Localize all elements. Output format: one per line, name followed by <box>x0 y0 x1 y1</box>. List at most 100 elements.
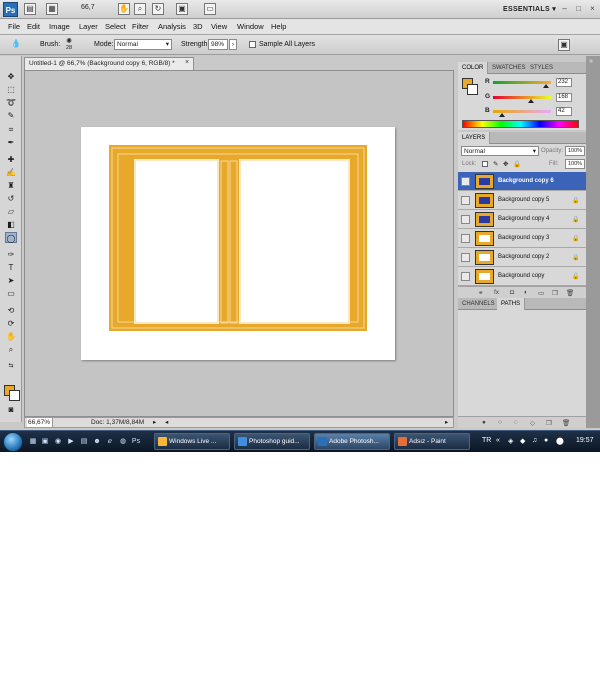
tray-app-icon-2[interactable]: ⬤ <box>556 437 564 445</box>
photoshop-quicklaunch-icon[interactable]: Ps <box>131 437 141 447</box>
quick-launch-icon[interactable]: ◉ <box>53 437 63 447</box>
security-icon[interactable]: ◆ <box>520 437 525 445</box>
taskbar-button-adobe-photoshop[interactable]: Adobe Photosh... <box>314 433 390 450</box>
red-slider-thumb[interactable] <box>542 84 549 88</box>
layer-visibility-eye-icon[interactable] <box>461 272 470 281</box>
tab-layers[interactable]: LAYERS <box>458 132 491 144</box>
switch-windows-icon[interactable]: ▣ <box>40 437 50 447</box>
new-layer-icon[interactable]: ❐ <box>552 289 558 297</box>
dodge-tool-icon[interactable]: ◯ <box>5 232 17 243</box>
layer-visibility-eye-icon[interactable] <box>461 196 470 205</box>
background-color-swatch[interactable] <box>9 390 20 401</box>
menu-analysis[interactable]: Analysis <box>158 22 186 31</box>
red-value-input[interactable]: 232 <box>556 78 572 87</box>
tab-swatches[interactable]: SWATCHES <box>488 62 529 74</box>
menu-help[interactable]: Help <box>271 22 286 31</box>
lock-all-icon[interactable]: 🔒 <box>513 160 521 168</box>
menu-edit[interactable]: Edit <box>27 22 40 31</box>
layer-row-background-copy-2[interactable]: Background copy 2 🔒 <box>458 248 586 267</box>
messenger-icon[interactable]: ☻ <box>92 437 102 447</box>
zoom-tool-icon[interactable]: ⌕ <box>5 344 17 355</box>
close-document-icon[interactable]: × <box>185 59 189 66</box>
menu-select[interactable]: Select <box>105 22 126 31</box>
sample-all-layers-checkbox[interactable] <box>249 41 256 48</box>
3d-rotate-tool-icon[interactable]: ⟲ <box>5 305 17 316</box>
bridge-icon[interactable]: ▤ <box>24 3 36 15</box>
collapse-panels-icon[interactable]: » <box>589 58 593 65</box>
screen-mode-icon[interactable]: ▭ <box>204 3 216 15</box>
fill-input[interactable]: 100% <box>565 159 585 169</box>
type-tool-icon[interactable]: T <box>5 262 17 273</box>
layer-visibility-eye-icon[interactable] <box>461 234 470 243</box>
start-button[interactable] <box>3 432 23 452</box>
marquee-tool-icon[interactable]: ⬚ <box>5 84 17 95</box>
explorer-icon[interactable]: ▤ <box>79 437 89 447</box>
add-mask-icon[interactable]: ◘ <box>510 289 514 296</box>
eyedropper-tool-icon[interactable]: ✒ <box>5 137 17 148</box>
history-brush-tool-icon[interactable]: ↺ <box>5 193 17 204</box>
tray-app-icon[interactable]: ● <box>544 437 548 444</box>
hand-tool-icon[interactable]: ✋ <box>118 3 130 15</box>
delete-layer-icon[interactable]: 🗑 <box>566 289 574 297</box>
opacity-input[interactable]: 100% <box>565 146 585 156</box>
layer-row-background-copy-3[interactable]: Background copy 3 🔒 <box>458 229 586 248</box>
blend-mode-select[interactable]: Normal ▾ <box>461 146 539 156</box>
quick-selection-tool-icon[interactable]: ✎ <box>5 110 17 121</box>
adjustment-layer-icon[interactable]: ◐ <box>524 289 528 296</box>
menu-file[interactable]: File <box>8 22 20 31</box>
tray-expand-icon[interactable]: « <box>496 437 500 444</box>
language-indicator[interactable]: TR <box>482 437 491 444</box>
path-to-selection-icon[interactable]: ◌ <box>514 419 518 426</box>
network-icon[interactable]: ◈ <box>508 437 513 445</box>
3d-orbit-tool-icon[interactable]: ⟳ <box>5 318 17 329</box>
green-slider[interactable] <box>493 96 551 99</box>
document-canvas[interactable] <box>81 127 395 360</box>
volume-icon[interactable]: ♫ <box>532 437 537 444</box>
clock[interactable]: 19:57 <box>576 437 594 444</box>
rotate-view-icon[interactable]: ↻ <box>152 3 164 15</box>
stroke-path-icon[interactable]: ○ <box>498 419 502 426</box>
healing-brush-tool-icon[interactable]: ✚ <box>5 154 17 165</box>
arrange-documents-icon[interactable]: ▣ <box>176 3 188 15</box>
color-spectrum-ramp[interactable] <box>462 120 579 128</box>
view-extras-icon[interactable]: ▦ <box>46 3 58 15</box>
clone-stamp-tool-icon[interactable]: ♜ <box>5 180 17 191</box>
shape-tool-icon[interactable]: ▭ <box>5 288 17 299</box>
scroll-left-icon[interactable]: ◂ <box>165 418 168 427</box>
pressure-icon[interactable]: ▣ <box>558 39 570 51</box>
internet-explorer-icon[interactable]: ℯ <box>105 437 115 447</box>
zoom-status-field[interactable]: 66,67% <box>27 418 53 427</box>
layer-visibility-eye-icon[interactable] <box>461 177 470 186</box>
move-tool-icon[interactable]: ✥ <box>5 71 17 82</box>
layer-row-background-copy-5[interactable]: Background copy 5 🔒 <box>458 191 586 210</box>
tab-channels[interactable]: CHANNELS <box>458 298 499 310</box>
pen-tool-icon[interactable]: ✑ <box>5 249 17 260</box>
eraser-tool-icon[interactable]: ▱ <box>5 206 17 217</box>
taskbar-button-windows-live[interactable]: Windows Live ... <box>154 433 230 450</box>
green-value-input[interactable]: 168 <box>556 93 572 102</box>
status-menu-arrow-icon[interactable]: ▸ <box>153 418 156 427</box>
strength-slider-button[interactable]: › <box>229 39 237 50</box>
green-slider-thumb[interactable] <box>528 99 535 103</box>
brush-tool-icon[interactable]: ✍ <box>5 167 17 178</box>
crop-tool-icon[interactable]: ⌗ <box>5 124 17 135</box>
blue-slider-thumb[interactable] <box>499 113 506 117</box>
mode-select[interactable]: Normal ▾ <box>114 39 172 50</box>
media-player-icon[interactable]: ▶ <box>66 437 76 447</box>
maximize-button[interactable]: □ <box>573 3 584 14</box>
swap-colors-icon[interactable]: ⇆ <box>5 361 17 372</box>
layer-row-background-copy[interactable]: Background copy 🔓 <box>458 267 586 286</box>
delete-path-icon[interactable]: 🗑 <box>562 419 570 427</box>
menu-filter[interactable]: Filter <box>132 22 149 31</box>
layer-row-background-copy-4[interactable]: Background copy 4 🔒 <box>458 210 586 229</box>
layer-row-background-copy-6[interactable]: Background copy 6 <box>458 172 586 191</box>
strength-input[interactable]: 98% <box>208 39 228 50</box>
lock-transparent-pixels-icon[interactable] <box>482 161 488 167</box>
tab-styles[interactable]: STYLES <box>526 62 557 74</box>
document-tab[interactable]: Untitled-1 @ 66,7% (Background copy 6, R… <box>24 57 194 70</box>
new-path-icon[interactable]: ❐ <box>546 419 552 427</box>
minimize-button[interactable]: – <box>559 3 570 14</box>
hand-tool-icon[interactable]: ✋ <box>5 331 17 342</box>
layer-visibility-eye-icon[interactable] <box>461 215 470 224</box>
firefox-icon[interactable]: ◍ <box>118 437 128 447</box>
